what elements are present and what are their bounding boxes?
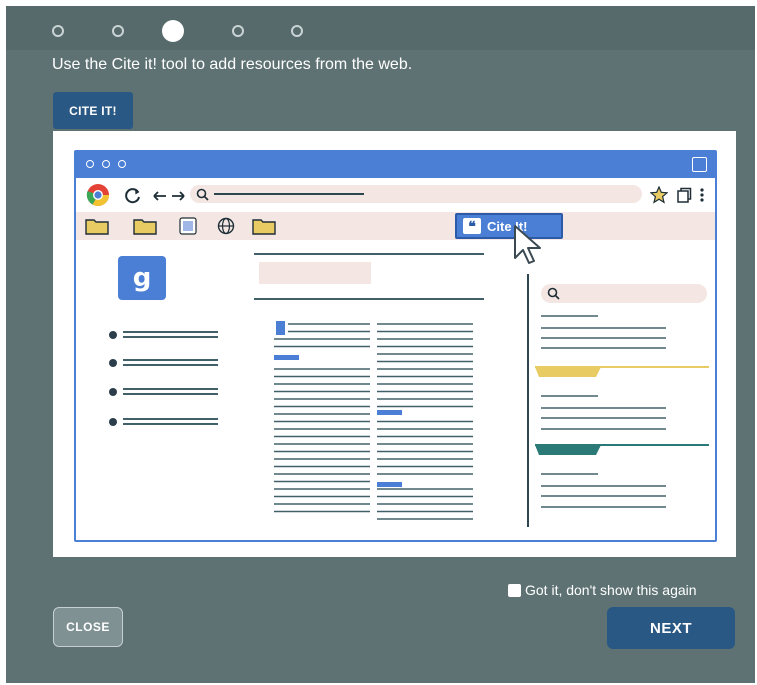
sidebar-text-lines	[535, 315, 709, 508]
close-button[interactable]: CLOSE	[53, 607, 123, 647]
step-dot-4[interactable]	[232, 25, 244, 37]
dont-show-again-label: Got it, don't show this again	[525, 582, 697, 598]
step-dot-3-active[interactable]	[162, 20, 184, 42]
dont-show-again-row[interactable]: Got it, don't show this again	[508, 582, 697, 598]
step-dot-5[interactable]	[291, 25, 303, 37]
browser-window-illustration: ❝ Cite It! g	[74, 150, 717, 542]
next-button[interactable]: NEXT	[607, 607, 735, 649]
instruction-text: Use the Cite it! tool to add resources f…	[52, 56, 413, 73]
tutorial-modal: Use the Cite it! tool to add resources f…	[6, 6, 755, 683]
cite-it-illustration: ❝ Cite It! g	[53, 131, 736, 557]
step-dot-2[interactable]	[112, 25, 124, 37]
step-indicator	[6, 6, 755, 50]
step-dot-1[interactable]	[52, 25, 64, 37]
cite-it-button[interactable]: CITE IT!	[53, 92, 133, 129]
dont-show-again-checkbox[interactable]	[508, 583, 521, 597]
